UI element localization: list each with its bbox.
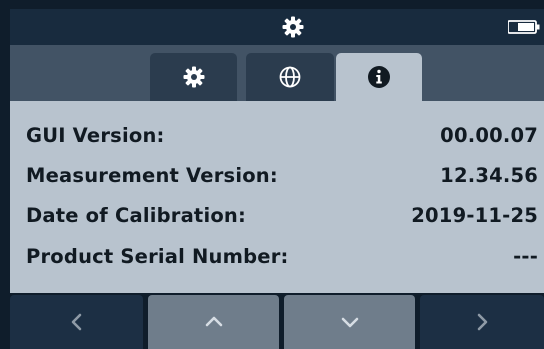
measurement-version-value: 12.34.56 (440, 164, 538, 187)
product-serial-number-label: Product Serial Number: (26, 245, 289, 268)
gear-icon (282, 16, 304, 38)
date-of-calibration-value: 2019-11-25 (411, 204, 538, 227)
previous-button[interactable] (10, 295, 143, 349)
gui-version-value: 00.00.07 (440, 124, 538, 147)
tab-language[interactable] (246, 53, 334, 101)
chevron-left-icon (71, 313, 81, 331)
status-bar (10, 9, 544, 45)
chevron-down-icon (341, 317, 358, 328)
next-button[interactable] (420, 295, 544, 349)
device-screen: GUI Version: 00.00.07 Measurement Versio… (0, 0, 544, 349)
tab-info[interactable] (336, 53, 422, 101)
chevron-up-icon (205, 316, 222, 327)
date-of-calibration-row: Date of Calibration: 2019-11-25 (26, 204, 538, 234)
gui-version-row: GUI Version: 00.00.07 (26, 124, 538, 154)
navigation-bar (10, 293, 544, 349)
up-button[interactable] (148, 295, 279, 349)
globe-icon (279, 66, 301, 88)
info-panel: GUI Version: 00.00.07 Measurement Versio… (10, 101, 544, 293)
measurement-version-label: Measurement Version: (26, 164, 278, 187)
battery-icon (508, 20, 540, 34)
product-serial-number-row: Product Serial Number: --- (26, 245, 538, 275)
date-of-calibration-label: Date of Calibration: (26, 204, 247, 227)
product-serial-number-value: --- (513, 245, 538, 268)
down-button[interactable] (284, 295, 415, 349)
tab-settings[interactable] (150, 53, 237, 101)
gear-icon (183, 66, 204, 88)
measurement-version-row: Measurement Version: 12.34.56 (26, 164, 538, 194)
chevron-right-icon (477, 313, 488, 331)
tab-bar (10, 45, 544, 101)
gui-version-label: GUI Version: (26, 124, 165, 147)
info-icon (368, 66, 390, 88)
